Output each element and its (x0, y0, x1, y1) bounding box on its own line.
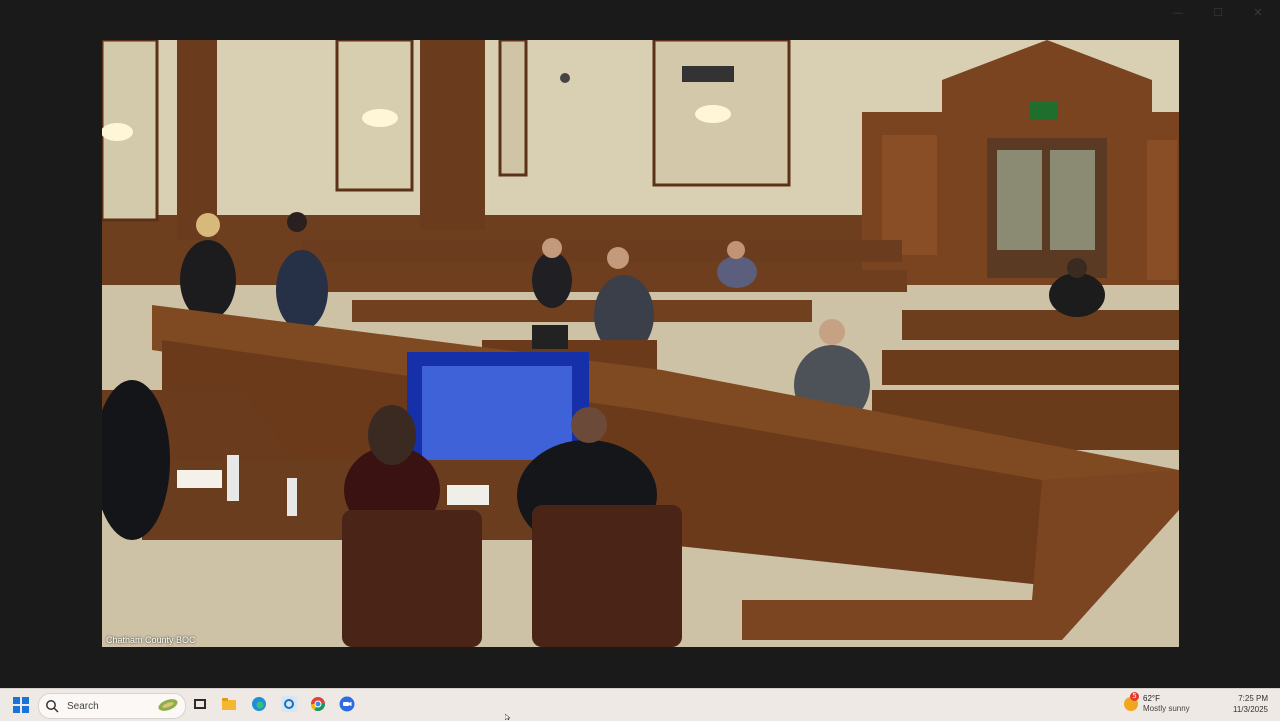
system-clock[interactable]: 7:25 PM 11/3/2025 (1233, 693, 1268, 715)
mouse-cursor-icon (505, 714, 511, 720)
minimize-button[interactable]: — (1170, 6, 1186, 19)
weather-condition: Mostly sunny (1143, 704, 1190, 713)
window-controls: — ☐ ✕ (1170, 6, 1266, 19)
search-label: Search (67, 700, 99, 712)
notification-badge: 5 (1130, 692, 1139, 701)
search-highlight-icon (158, 699, 178, 711)
chrome-icon[interactable] (310, 696, 326, 712)
video-caption: Chatham County BOC (106, 635, 196, 645)
taskbar-search[interactable]: Search (38, 693, 186, 719)
weather-widget[interactable]: 5 62°F Mostly sunny (1124, 692, 1204, 716)
maximize-button[interactable]: ☐ (1210, 6, 1226, 19)
start-button[interactable] (13, 697, 29, 713)
meeting-video[interactable]: Chatham County BOC (102, 40, 1179, 647)
close-button[interactable]: ✕ (1250, 6, 1266, 19)
file-explorer-icon[interactable] (221, 696, 237, 712)
search-icon (46, 700, 59, 713)
clock-time: 7:25 PM (1238, 694, 1268, 703)
courtroom-scene (102, 40, 1179, 647)
snipping-tool-icon[interactable] (281, 696, 297, 712)
zoom-icon[interactable] (339, 696, 355, 712)
weather-temperature: 62°F (1143, 694, 1160, 703)
edge-icon[interactable] (251, 696, 267, 712)
task-view-icon[interactable] (192, 696, 208, 712)
clock-date: 11/3/2025 (1233, 705, 1268, 714)
